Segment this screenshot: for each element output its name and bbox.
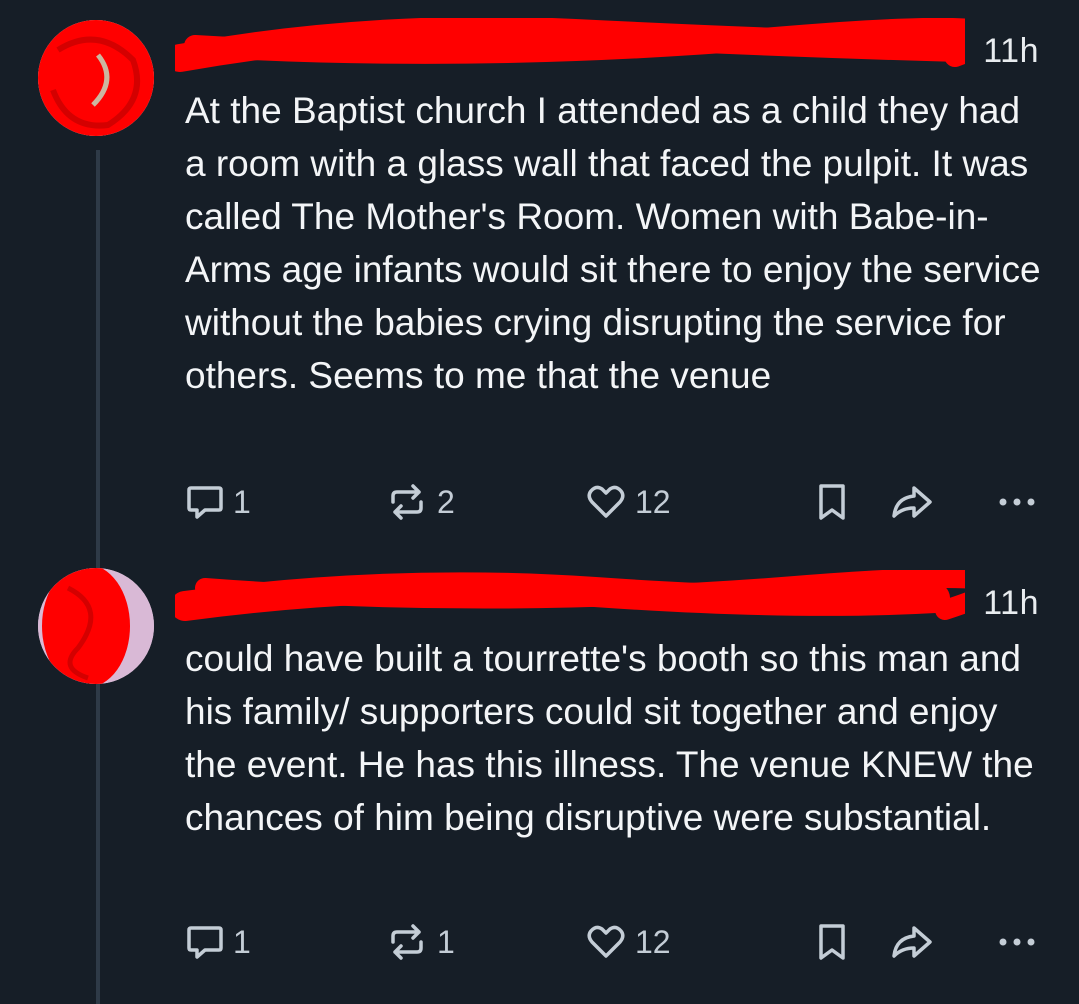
repost-button[interactable]: 1 [385,920,455,964]
share-button[interactable] [890,480,934,524]
post-timestamp: 11h [983,32,1039,70]
thread-feed: 11h At the Baptist church I attended as … [0,0,1079,1004]
repost-count: 1 [437,923,455,960]
avatar[interactable] [38,568,154,684]
reply-button[interactable]: 1 [185,920,251,964]
more-dots-icon [999,938,1035,946]
repost-arrows-icon [391,924,423,960]
reply-bubble-icon [187,926,223,959]
post-actions: 1 1 12 [185,920,1039,964]
share-button[interactable] [890,920,934,964]
more-dots-icon [999,498,1035,506]
heart-icon [587,485,625,518]
repost-count: 2 [437,483,455,520]
share-arrow-icon [892,486,932,518]
like-button[interactable]: 12 [585,480,671,524]
like-button[interactable]: 12 [585,920,671,964]
more-options-button[interactable] [995,920,1039,964]
like-count: 12 [635,483,671,520]
bookmark-icon [819,924,845,960]
heart-icon [587,925,625,958]
like-count: 12 [635,923,671,960]
bookmark-button[interactable] [815,920,849,964]
bookmark-icon [819,484,845,520]
author-name-redaction [175,18,965,72]
post-text: At the Baptist church I attended as a ch… [185,90,1041,396]
post[interactable]: 11h could have built a tourrette's booth… [0,540,1079,1004]
reply-bubble-icon [187,486,223,519]
repost-arrows-icon [391,484,423,520]
post[interactable]: 11h At the Baptist church I attended as … [0,0,1079,540]
share-arrow-icon [892,926,932,958]
post-actions: 1 2 12 [185,480,1039,524]
post-header: 11h [175,570,1039,626]
more-options-button[interactable] [995,480,1039,524]
repost-button[interactable]: 2 [385,480,455,524]
reply-count: 1 [233,483,251,520]
reply-count: 1 [233,923,251,960]
post-timestamp: 11h [983,584,1039,622]
redaction-scribble [38,568,154,684]
post-text: could have built a tourrette's booth so … [185,638,1034,838]
avatar[interactable] [38,20,154,136]
reply-button[interactable]: 1 [185,480,251,524]
author-name-redaction [175,570,965,621]
bookmark-button[interactable] [815,480,849,524]
post-header: 11h [175,18,1039,74]
redaction-scribble [38,20,154,136]
